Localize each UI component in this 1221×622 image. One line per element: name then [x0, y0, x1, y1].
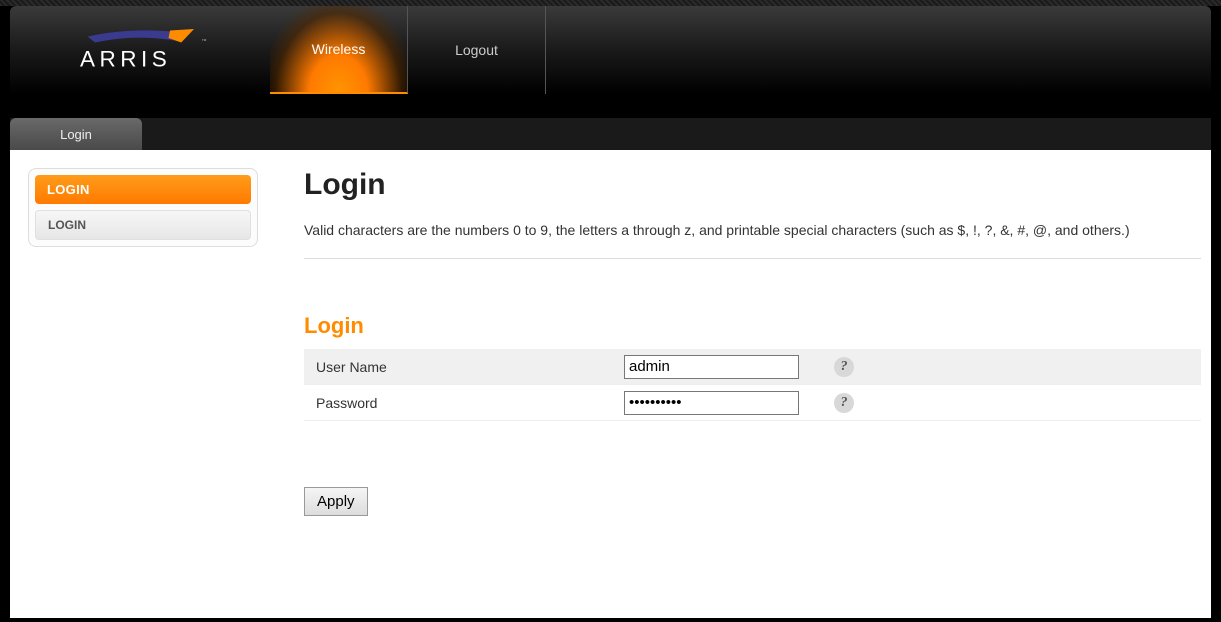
username-label: User Name [304, 359, 624, 375]
subnav-bar: Login [10, 118, 1211, 150]
content-area: LOGIN LOGIN Login Valid characters are t… [10, 150, 1211, 618]
apply-button-label: Apply [317, 493, 355, 510]
apply-button[interactable]: Apply [304, 487, 368, 516]
page-description: Valid characters are the numbers 0 to 9,… [304, 222, 1201, 259]
sidebar-item-login[interactable]: LOGIN [35, 210, 251, 240]
section-title: Login [304, 313, 1201, 339]
password-label: Password [304, 395, 624, 411]
help-icon[interactable]: ? [834, 393, 854, 413]
arris-logo-svg: ARRIS ™ [65, 20, 215, 80]
main-panel: Login Valid characters are the numbers 0… [258, 168, 1211, 618]
nav-wireless[interactable]: Wireless [270, 6, 408, 94]
svg-text:™: ™ [202, 39, 207, 45]
page-title: Login [304, 168, 1201, 202]
row-username: User Name ? [304, 349, 1201, 385]
svg-text:ARRIS: ARRIS [80, 47, 171, 72]
sidebar-item-login-label: LOGIN [48, 218, 86, 232]
row-password: Password ? [304, 385, 1201, 421]
nav-wireless-label: Wireless [312, 41, 366, 57]
sidebar-heading: LOGIN [35, 175, 251, 204]
password-input[interactable] [624, 391, 799, 415]
username-input[interactable] [624, 355, 799, 379]
subnav-tab-login[interactable]: Login [10, 118, 142, 150]
subnav-tab-login-label: Login [60, 127, 92, 142]
nav-logout-label: Logout [455, 42, 498, 58]
sidebar: LOGIN LOGIN [28, 168, 258, 618]
primary-nav: Wireless Logout [270, 6, 546, 94]
header-bar: ARRIS ™ Wireless Logout [10, 6, 1211, 94]
help-icon[interactable]: ? [834, 357, 854, 377]
nav-logout[interactable]: Logout [408, 6, 546, 94]
brand-logo: ARRIS ™ [10, 6, 270, 94]
sidebar-box: LOGIN LOGIN [28, 168, 258, 247]
